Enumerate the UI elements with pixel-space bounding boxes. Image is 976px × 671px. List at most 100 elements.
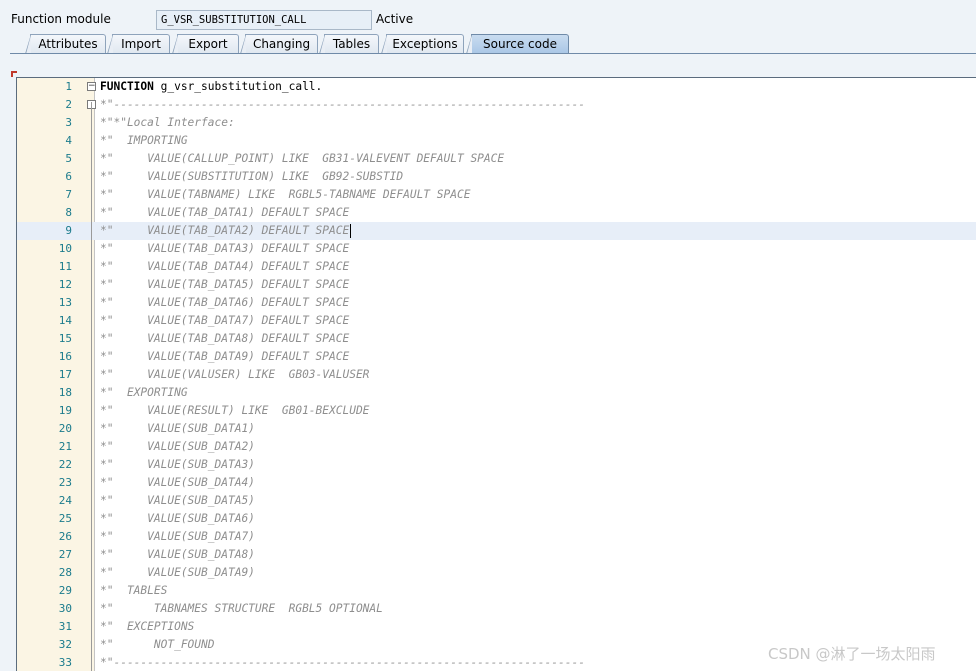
code-line[interactable]: 27 *" VALUE(SUB_DATA8) [17,546,976,564]
line-number: 10 [58,242,72,255]
tab-exceptions[interactable]: Exceptions [381,34,464,54]
comment-text: *" VALUE(SUB_DATA9) [100,566,255,579]
line-number: 9 [65,224,72,237]
code-line[interactable]: 18 *" EXPORTING [17,384,976,402]
tab-label: Tables [332,37,371,51]
line-number: 33 [58,656,72,669]
line-number: 27 [58,548,72,561]
comment-text: *" VALUE(SUB_DATA6) [100,512,255,525]
code-line[interactable]: 24 *" VALUE(SUB_DATA5) [17,492,976,510]
function-module-label: Function module [11,12,111,26]
comment-text: *" VALUE(SUB_DATA4) [100,476,255,489]
line-number: 1 [65,80,72,93]
line-number: 26 [58,530,72,543]
comment-text: *" VALUE(SUB_DATA7) [100,530,255,543]
code-line[interactable]: 20 *" VALUE(SUB_DATA1) [17,420,976,438]
line-number: 15 [58,332,72,345]
comment-text: *"--------------------------------------… [100,98,585,111]
comment-text: *" VALUE(TAB_DATA3) DEFAULT SPACE [100,242,350,255]
comment-text: *"--------------------------------------… [100,656,585,669]
line-number: 22 [58,458,72,471]
comment-text: *" VALUE(TAB_DATA9) DEFAULT SPACE [100,350,350,363]
code-line[interactable]: 5 *" VALUE(CALLUP_POINT) LIKE GB31-VALEVE… [17,150,976,168]
line-number: 24 [58,494,72,507]
fold-toggle-icon[interactable]: − [87,82,96,91]
line-number: 23 [58,476,72,489]
line-number: 30 [58,602,72,615]
line-number: 14 [58,314,72,327]
line-number: 11 [58,260,72,273]
comment-text: *" EXCEPTIONS [100,620,195,633]
code-line[interactable]: 19 *" VALUE(RESULT) LIKE GB01-BEXCLUDE [17,402,976,420]
code-line[interactable]: 30 *" TABNAMES STRUCTURE RGBL5 OPTIONAL [17,600,976,618]
code-line[interactable]: 14 *" VALUE(TAB_DATA7) DEFAULT SPACE [17,312,976,330]
comment-text: *" VALUE(SUB_DATA2) [100,440,255,453]
line-number: 2 [65,98,72,111]
line-number: 16 [58,350,72,363]
comment-text: *" TABNAMES STRUCTURE RGBL5 OPTIONAL [100,602,383,615]
code-line[interactable]: 4 *" IMPORTING [17,132,976,150]
code-line[interactable]: 17 *" VALUE(VALUSER) LIKE GB03-VALUSER [17,366,976,384]
comment-text: *" VALUE(TAB_DATA8) DEFAULT SPACE [100,332,350,345]
code-line[interactable]: 13 *" VALUE(TAB_DATA6) DEFAULT SPACE [17,294,976,312]
code-line[interactable]: 12 *" VALUE(TAB_DATA5) DEFAULT SPACE [17,276,976,294]
comment-text: *" VALUE(RESULT) LIKE GB01-BEXCLUDE [100,404,370,417]
comment-text: *" VALUE(CALLUP_POINT) LIKE GB31-VALEVEN… [100,152,505,165]
tab-changing[interactable]: Changing [240,34,318,54]
comment-text: *" TABLES [100,584,168,597]
comment-text: *" VALUE(TAB_DATA6) DEFAULT SPACE [100,296,350,309]
comment-text: *" VALUE(TABNAME) LIKE RGBL5-TABNAME DEF… [100,188,471,201]
comment-text: *" VALUE(SUB_DATA8) [100,548,255,561]
watermark-text: CSDN @淋了一场太阳雨 [768,645,936,663]
comment-text: *" VALUE(TAB_DATA1) DEFAULT SPACE [100,206,350,219]
code-line[interactable]: 16 *" VALUE(TAB_DATA9) DEFAULT SPACE [17,348,976,366]
code-line[interactable]: 21 *" VALUE(SUB_DATA2) [17,438,976,456]
tab-label: Attributes [38,37,98,51]
tab-tables[interactable]: Tables [319,34,379,54]
function-module-header: Function module G_VSR_SUBSTITUTION_CALL … [0,0,976,32]
fold-guide-line [91,102,92,671]
code-line[interactable]: 1 − FUNCTION g_vsr_substitution_call. [17,78,976,96]
status-text: Active [376,12,414,26]
text-cursor [349,224,351,238]
tab-source-code[interactable]: Source code [466,34,569,54]
line-number: 6 [65,170,72,183]
line-number: 29 [58,584,72,597]
comment-text: *" VALUE(SUB_DATA1) [100,422,255,435]
line-number: 8 [65,206,72,219]
tab-export[interactable]: Export [172,34,239,54]
comment-text: *" VALUE(TAB_DATA5) DEFAULT SPACE [100,278,350,291]
code-line[interactable]: 22 *" VALUE(SUB_DATA3) [17,456,976,474]
editor-toolbar [10,58,976,74]
code-line[interactable]: 15 *" VALUE(TAB_DATA8) DEFAULT SPACE [17,330,976,348]
code-line[interactable]: 6 *" VALUE(SUBSTITUTION) LIKE GB92-SUBSTI… [17,168,976,186]
code-line[interactable]: 8 *" VALUE(TAB_DATA1) DEFAULT SPACE [17,204,976,222]
tab-import[interactable]: Import [107,34,170,54]
code-line[interactable]: 10 *" VALUE(TAB_DATA3) DEFAULT SPACE [17,240,976,258]
code-line[interactable]: 25 *" VALUE(SUB_DATA6) [17,510,976,528]
code-line[interactable]: 31 *" EXCEPTIONS [17,618,976,636]
code-text: FUNCTION g_vsr_substitution_call. [100,78,322,96]
comment-text: *" NOT_FOUND [100,638,215,651]
comment-text: *" VALUE(SUBSTITUTION) LIKE GB92-SUBSTID [100,170,404,183]
line-number: 18 [58,386,72,399]
code-line[interactable]: 23 *" VALUE(SUB_DATA4) [17,474,976,492]
tab-label: Source code [483,37,557,51]
tab-label: Import [121,37,161,51]
function-module-name-field[interactable]: G_VSR_SUBSTITUTION_CALL [156,10,372,30]
code-line[interactable]: 2 *"-------------------------------------… [17,96,976,114]
comment-text: *" VALUE(TAB_DATA7) DEFAULT SPACE [100,314,350,327]
code-line[interactable]: 28 *" VALUE(SUB_DATA9) [17,564,976,582]
code-rest: g_vsr_substitution_call. [153,80,323,93]
line-number: 12 [58,278,72,291]
code-line[interactable]: 29 *" TABLES [17,582,976,600]
tab-attributes[interactable]: Attributes [25,34,106,54]
code-line[interactable]: 7 *" VALUE(TABNAME) LIKE RGBL5-TABNAME DE… [17,186,976,204]
comment-text: *" VALUE(VALUSER) LIKE GB03-VALUSER [100,368,370,381]
code-line[interactable]: 11 *" VALUE(TAB_DATA4) DEFAULT SPACE [17,258,976,276]
line-number: 19 [58,404,72,417]
code-line[interactable]: 26 *" VALUE(SUB_DATA7) [17,528,976,546]
code-line[interactable]: 3 *"*"Local Interface: [17,114,976,132]
code-line[interactable]: 9 *" VALUE(TAB_DATA2) DEFAULT SPACE [17,222,976,240]
source-code-editor[interactable]: 1 − FUNCTION g_vsr_substitution_call. 2 *"--… [16,77,976,671]
